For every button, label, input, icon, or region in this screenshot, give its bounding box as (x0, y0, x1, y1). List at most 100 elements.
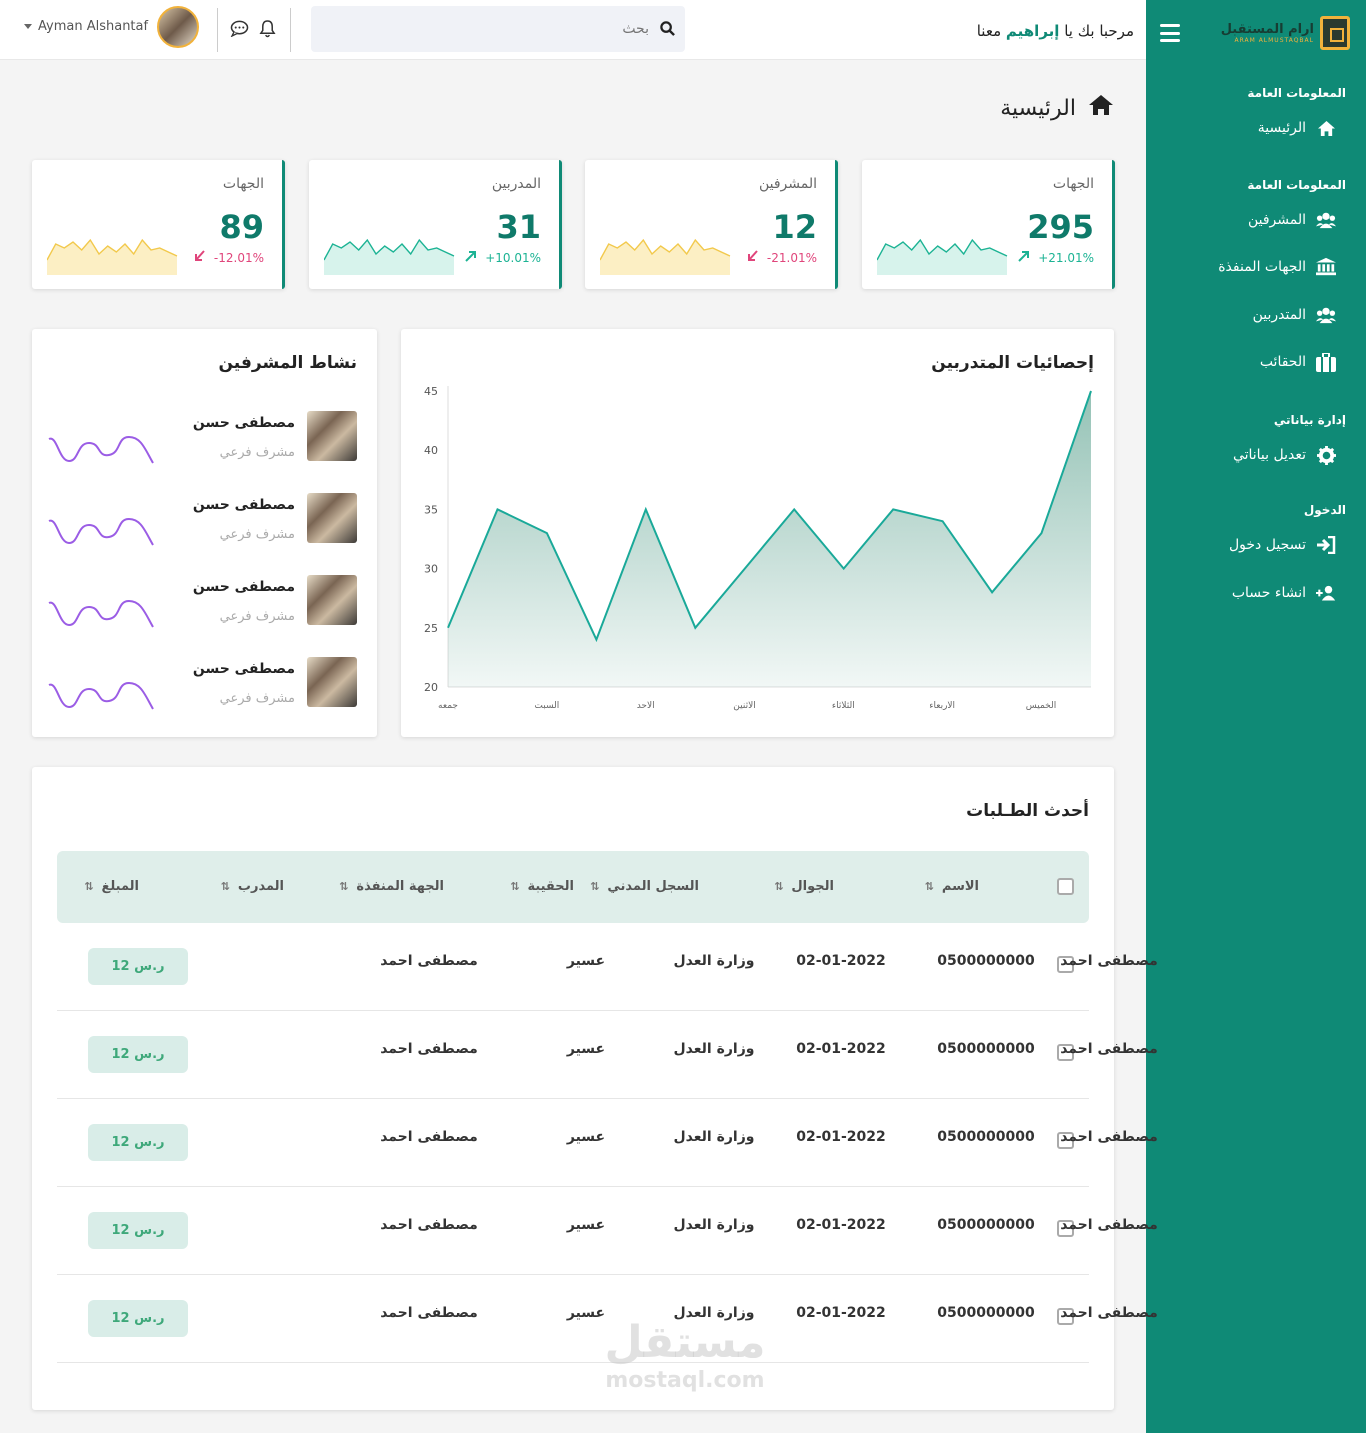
menu-toggle-icon[interactable] (1160, 24, 1180, 42)
wave-line (48, 599, 154, 628)
stat-title: الجهات (222, 176, 264, 192)
stat-change: -12.01% (194, 250, 264, 265)
home-icon (1316, 118, 1336, 138)
home-icon (1088, 94, 1114, 122)
supervisor-photo (307, 493, 357, 543)
welcome-name: إبراهيم (1005, 22, 1060, 40)
panel-title: أحدث الطـلبات (966, 801, 1089, 821)
sidebar-item-supervisors[interactable]: المشرفين (1248, 210, 1336, 230)
user-menu[interactable]: Ayman Alshantaf (24, 19, 148, 34)
gear-icon (1316, 445, 1336, 465)
list-item[interactable]: مصطفى حسن مشرف فرعي (47, 575, 357, 635)
supervisor-photo (307, 657, 357, 707)
table-row[interactable]: مصطفى احمد 0500000000 02-01-2022 وزارة العد… (57, 1099, 1158, 1187)
sidebar-item-home[interactable]: الرئيسية (1258, 118, 1336, 138)
search-input[interactable] (349, 18, 649, 40)
table-cell: عسير (566, 1217, 606, 1233)
sort-icon: ⇅ (510, 880, 520, 893)
search-box (311, 6, 685, 52)
select-all-checkbox[interactable] (1057, 878, 1074, 895)
x-tick-label: الثلاثاء (832, 701, 855, 711)
avatar[interactable] (157, 6, 199, 48)
sidebar-section-login: الدخول (1303, 503, 1346, 517)
sparkline-area (47, 240, 177, 275)
table-cell: وزارة العدل (673, 1129, 755, 1145)
stat-value: 31 (496, 208, 541, 246)
welcome-message: مرحبا بك يا إبراهيم معنا (976, 22, 1134, 40)
table-row[interactable]: مصطفى احمد 0500000000 02-01-2022 وزارة العد… (57, 1275, 1158, 1363)
table-cell: مصطفى احمد (380, 1305, 478, 1321)
table-cell: وزارة العدل (673, 1217, 755, 1233)
column-header[interactable]: الحقيبة ⇅ (510, 879, 574, 894)
column-header[interactable]: الاسم ⇅ (925, 879, 979, 894)
stat-title: المدربين (491, 176, 541, 192)
wave-line (48, 517, 154, 546)
watermark: مستقل mostaql.com (604, 1317, 766, 1394)
table-row[interactable]: مصطفى احمد 0500000000 02-01-2022 وزارة العد… (57, 1011, 1158, 1099)
table-cell: عسير (566, 1129, 606, 1145)
username: Ayman Alshantaf (38, 19, 149, 34)
table-cell: مصطفى احمد (380, 1041, 478, 1057)
list-item[interactable]: مصطفى حسن مشرف فرعي (47, 493, 357, 553)
stat-card: الجهات 89 -12.01% (32, 160, 285, 289)
table-row[interactable]: مصطفى احمد 0500000000 02-01-2022 وزارة العد… (57, 1187, 1158, 1275)
table-cell: 0500000000 (937, 1129, 1035, 1145)
sidebar-item-trainees[interactable]: المتدربين (1253, 305, 1336, 325)
sparkline-area (324, 240, 454, 275)
sidebar-item-entities[interactable]: الجهات المنفذة (1218, 257, 1336, 277)
table-cell: 0500000000 (937, 1305, 1035, 1321)
column-header[interactable]: المبلغ ⇅ (84, 879, 139, 894)
x-tick-label: السبت (534, 701, 559, 711)
supervisor-photo (307, 575, 357, 625)
divider (217, 8, 218, 52)
list-item[interactable]: مصطفى حسن مشرف فرعي (47, 411, 357, 471)
table-cell: وزارة العدل (673, 953, 755, 969)
column-header[interactable]: الجهة المنفذة ⇅ (339, 879, 444, 894)
stat-card: الجهات 295 +21.01% (862, 160, 1115, 289)
search-icon[interactable] (660, 21, 675, 40)
chat-icon[interactable] (230, 20, 249, 41)
briefcase-icon (1316, 352, 1336, 372)
sort-icon: ⇅ (924, 880, 934, 893)
stat-change: +21.01% (1018, 250, 1094, 265)
column-header[interactable]: السجل المدني ⇅ (590, 879, 699, 894)
amount-badge: 12 ر.س (88, 1036, 188, 1073)
sidebar-item-bags[interactable]: الحقائب (1260, 352, 1336, 372)
x-tick-label: الاحد (637, 701, 655, 711)
bell-icon[interactable] (259, 20, 276, 42)
divider (290, 8, 291, 52)
stat-value: 12 (772, 208, 817, 246)
table-cell: عسير (566, 953, 606, 969)
latest-requests-panel: أحدث الطـلبات الاسم ⇅ الجوال ⇅ السجل المدني ⇅… (32, 767, 1158, 1410)
column-header[interactable]: المدرب ⇅ (221, 879, 284, 894)
sidebar-item-login[interactable]: تسجيل دخول (1229, 535, 1336, 555)
logo[interactable]: ارام المستقبل ARAM ALMUSTAQBAL (1221, 16, 1350, 50)
activity-wave (48, 435, 154, 464)
activity-wave (48, 599, 154, 628)
table-cell: مصطفى احمد (380, 1217, 478, 1233)
activity-wave (48, 517, 154, 546)
column-header[interactable]: الجوال ⇅ (774, 879, 834, 894)
sidebar-section-my-data: إدارة بياناتي (1273, 413, 1346, 427)
activity-wave (48, 681, 154, 710)
sort-icon: ⇅ (220, 880, 230, 893)
sort-icon: ⇅ (774, 880, 784, 893)
list-item[interactable]: مصطفى حسن مشرف فرعي (47, 657, 357, 717)
sparkline (600, 238, 731, 275)
trainees-area-chart: 20 25 30 35 40 45 جمعه السبت الاحد الاثنين الثلاثا… (424, 385, 1092, 711)
y-tick-label: 40 (424, 444, 438, 457)
supervisors-activity-panel: نشاط المشرفين مصطفى حسن مشرف فرعي مصطفى … (32, 329, 377, 737)
amount-badge: 12 ر.س (88, 1124, 188, 1161)
trainees-stats-panel: إحصائيات المتدربين 20 25 30 35 40 45 جمعه السبت… (401, 329, 1114, 737)
users-icon (1316, 305, 1336, 325)
sidebar-item-register[interactable]: انشاء حساب (1232, 583, 1336, 603)
supervisor-photo (307, 411, 357, 461)
amount-badge: 12 ر.س (88, 948, 188, 985)
y-tick-label: 30 (424, 563, 438, 576)
y-tick-label: 45 (424, 385, 438, 398)
user-plus-icon (1316, 583, 1336, 603)
sidebar-item-edit-profile[interactable]: تعديل بياناتي (1233, 445, 1336, 465)
table-cell: مصطفى احمد (380, 953, 478, 969)
stat-title: الجهات (1052, 176, 1094, 192)
table-row[interactable]: مصطفى احمد 0500000000 02-01-2022 وزارة العد… (57, 923, 1158, 1011)
